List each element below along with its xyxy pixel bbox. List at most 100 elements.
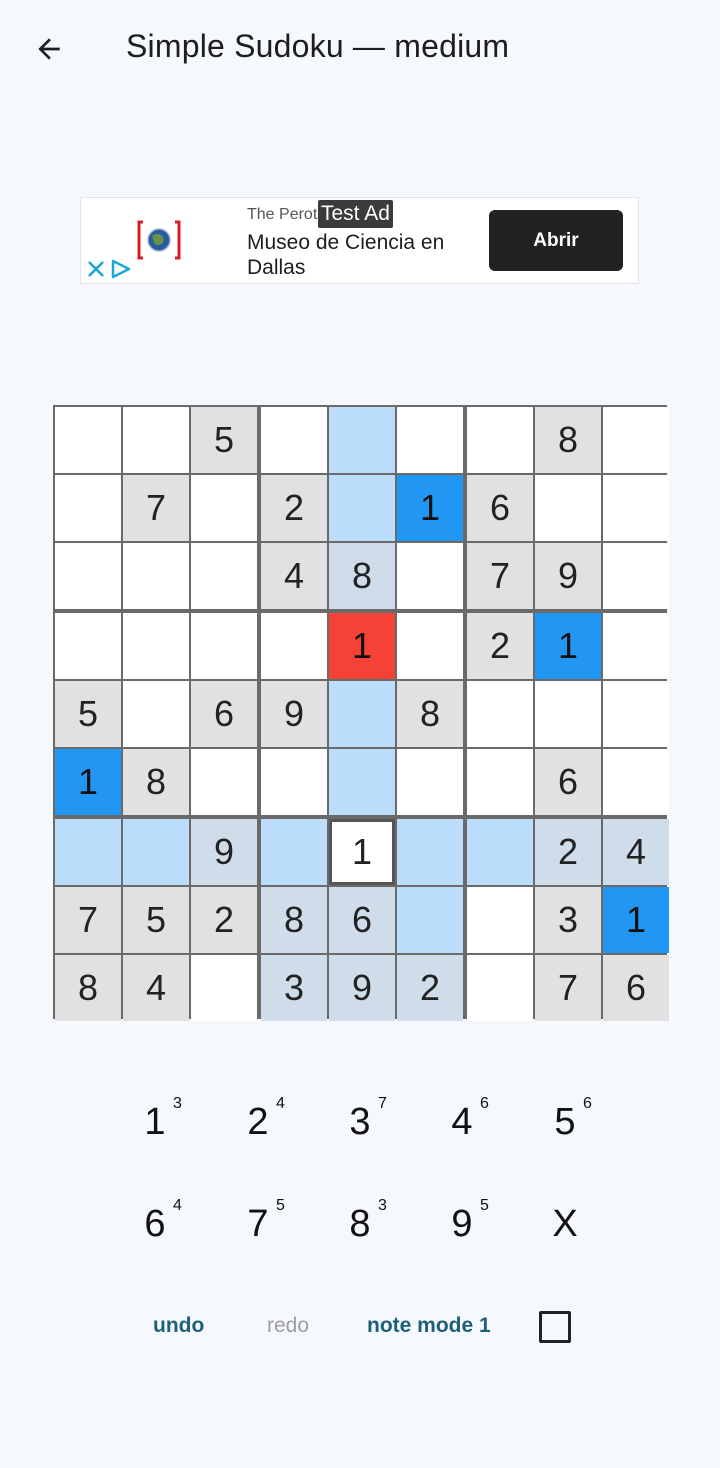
sudoku-cell[interactable]	[397, 887, 463, 953]
sudoku-cell[interactable]: 8	[55, 955, 121, 1021]
sudoku-cell[interactable]	[55, 407, 121, 473]
sudoku-cell[interactable]: 8	[329, 543, 395, 609]
sudoku-cell[interactable]	[55, 475, 121, 541]
sudoku-cell[interactable]	[535, 681, 601, 747]
sudoku-cell[interactable]: 3	[261, 955, 327, 1021]
digit-key-5[interactable]: 56	[525, 1087, 605, 1157]
sudoku-cell[interactable]: 7	[123, 475, 189, 541]
sudoku-cell[interactable]	[123, 407, 189, 473]
sudoku-cell[interactable]	[397, 749, 463, 815]
sudoku-cell[interactable]	[55, 613, 121, 679]
sudoku-cell[interactable]: 1	[329, 613, 395, 679]
sudoku-cell[interactable]	[467, 955, 533, 1021]
redo-button[interactable]: redo	[267, 1314, 309, 1338]
digit-key-6[interactable]: 64	[115, 1189, 195, 1259]
sudoku-cell[interactable]	[397, 613, 463, 679]
sudoku-cell[interactable]	[467, 819, 533, 885]
sudoku-cell[interactable]	[603, 613, 669, 679]
key-remaining-count: 6	[480, 1095, 489, 1112]
sudoku-cell[interactable]	[603, 543, 669, 609]
sudoku-cell[interactable]: 8	[535, 407, 601, 473]
sudoku-cell[interactable]: 6	[603, 955, 669, 1021]
sudoku-cell[interactable]	[261, 819, 327, 885]
digit-key-3[interactable]: 37	[320, 1087, 400, 1157]
sudoku-cell[interactable]: 1	[397, 475, 463, 541]
sudoku-cell[interactable]	[467, 407, 533, 473]
sudoku-cell[interactable]	[329, 407, 395, 473]
back-button[interactable]	[24, 24, 74, 74]
sudoku-cell[interactable]: 8	[123, 749, 189, 815]
sudoku-cell[interactable]: 4	[123, 955, 189, 1021]
sudoku-cell[interactable]	[191, 749, 257, 815]
sudoku-cell[interactable]: 9	[191, 819, 257, 885]
digit-key-7[interactable]: 75	[218, 1189, 298, 1259]
sudoku-cell[interactable]: 6	[535, 749, 601, 815]
digit-key-2[interactable]: 24	[218, 1087, 298, 1157]
app-bar: Simple Sudoku — medium	[0, 0, 720, 100]
sudoku-cell[interactable]	[191, 475, 257, 541]
sudoku-cell[interactable]	[123, 819, 189, 885]
sudoku-cell[interactable]	[397, 543, 463, 609]
sudoku-cell[interactable]	[329, 475, 395, 541]
sudoku-cell[interactable]	[329, 681, 395, 747]
digit-key-4[interactable]: 46	[422, 1087, 502, 1157]
sudoku-cell[interactable]: 6	[191, 681, 257, 747]
note-mode-checkbox[interactable]	[539, 1311, 571, 1343]
sudoku-cell[interactable]: 2	[467, 613, 533, 679]
digit-key-1[interactable]: 13	[115, 1087, 195, 1157]
sudoku-cell[interactable]: 2	[261, 475, 327, 541]
sudoku-cell[interactable]: 3	[535, 887, 601, 953]
sudoku-cell[interactable]: 1	[329, 819, 395, 885]
sudoku-cell[interactable]	[467, 749, 533, 815]
sudoku-cell[interactable]: 1	[535, 613, 601, 679]
sudoku-cell[interactable]	[261, 407, 327, 473]
sudoku-cell[interactable]: 1	[603, 887, 669, 953]
sudoku-cell[interactable]	[123, 613, 189, 679]
sudoku-cell[interactable]	[55, 819, 121, 885]
sudoku-cell[interactable]	[261, 613, 327, 679]
sudoku-cell[interactable]: 5	[55, 681, 121, 747]
sudoku-cell[interactable]: 9	[329, 955, 395, 1021]
sudoku-cell[interactable]: 8	[261, 887, 327, 953]
sudoku-cell[interactable]	[603, 681, 669, 747]
sudoku-cell[interactable]: 9	[535, 543, 601, 609]
sudoku-cell[interactable]	[467, 681, 533, 747]
sudoku-cell[interactable]	[261, 749, 327, 815]
ad-choices-icon[interactable]	[87, 258, 137, 280]
sudoku-cell[interactable]: 2	[397, 955, 463, 1021]
sudoku-cell[interactable]	[467, 887, 533, 953]
digit-key-8[interactable]: 83	[320, 1189, 400, 1259]
ad-banner[interactable]: The Perot Test Ad Museo de Ciencia en Da…	[80, 197, 639, 284]
sudoku-cell[interactable]: 7	[535, 955, 601, 1021]
sudoku-cell[interactable]: 8	[397, 681, 463, 747]
digit-key-9[interactable]: 95	[422, 1189, 502, 1259]
sudoku-cell[interactable]: 2	[191, 887, 257, 953]
sudoku-cell[interactable]	[603, 407, 669, 473]
sudoku-cell[interactable]	[191, 613, 257, 679]
sudoku-cell[interactable]	[123, 543, 189, 609]
sudoku-cell[interactable]: 5	[123, 887, 189, 953]
undo-button[interactable]: undo	[153, 1314, 204, 1338]
sudoku-cell[interactable]	[191, 955, 257, 1021]
sudoku-cell[interactable]	[397, 819, 463, 885]
sudoku-cell[interactable]	[55, 543, 121, 609]
sudoku-cell[interactable]: 4	[261, 543, 327, 609]
sudoku-cell[interactable]: 6	[467, 475, 533, 541]
sudoku-cell[interactable]	[603, 749, 669, 815]
sudoku-cell[interactable]	[397, 407, 463, 473]
sudoku-cell[interactable]	[603, 475, 669, 541]
sudoku-cell[interactable]: 6	[329, 887, 395, 953]
sudoku-cell[interactable]: 7	[55, 887, 121, 953]
sudoku-cell[interactable]: 5	[191, 407, 257, 473]
sudoku-cell[interactable]: 4	[603, 819, 669, 885]
sudoku-cell[interactable]	[191, 543, 257, 609]
sudoku-cell[interactable]	[535, 475, 601, 541]
sudoku-cell[interactable]: 9	[261, 681, 327, 747]
ad-open-button[interactable]: Abrir	[489, 210, 623, 271]
sudoku-cell[interactable]: 1	[55, 749, 121, 815]
sudoku-cell[interactable]	[123, 681, 189, 747]
sudoku-cell[interactable]: 7	[467, 543, 533, 609]
sudoku-cell[interactable]	[329, 749, 395, 815]
sudoku-cell[interactable]: 2	[535, 819, 601, 885]
clear-key[interactable]: X	[525, 1189, 605, 1259]
